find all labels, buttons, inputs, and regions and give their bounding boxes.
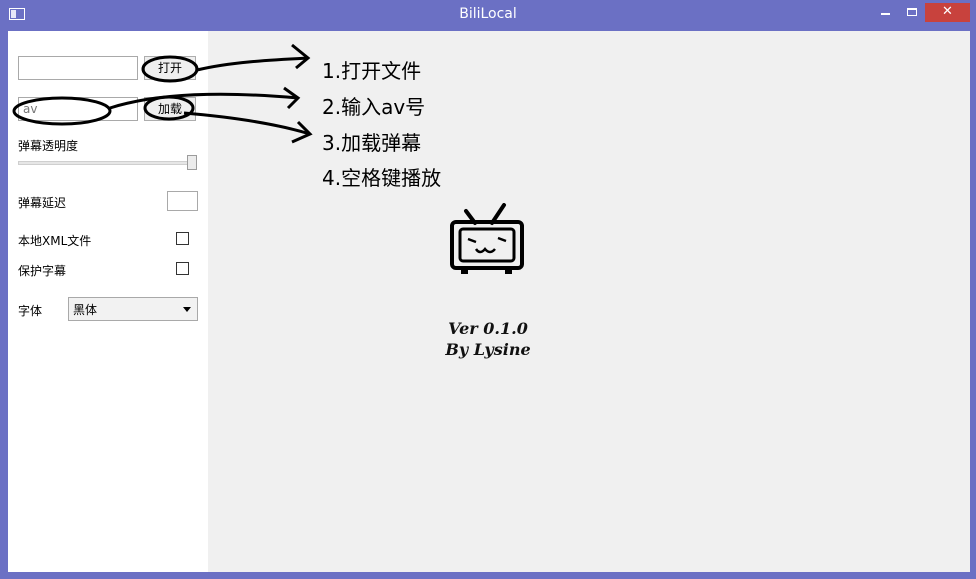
- player-area[interactable]: 1.打开文件 2.输入av号 3.加载弹幕 4.空格键播放 Ver 0.1.0 …: [208, 31, 970, 572]
- minimize-button[interactable]: [872, 3, 898, 22]
- step-enter-av: 2.输入av号: [322, 95, 426, 119]
- font-select[interactable]: 黑体: [68, 297, 198, 321]
- settings-sidebar: 打开 加载 弹幕透明度 弹幕延迟 本地XML文件 保护字幕 字体 黑体: [8, 31, 208, 572]
- load-button[interactable]: 加载: [144, 97, 196, 121]
- local-xml-checkbox[interactable]: [176, 232, 189, 245]
- step-open-file: 1.打开文件: [322, 59, 422, 83]
- opacity-slider-track[interactable]: [18, 161, 197, 165]
- close-button[interactable]: ✕: [925, 3, 970, 22]
- dropdown-arrow-icon: [183, 307, 191, 312]
- step-space-play: 4.空格键播放: [322, 166, 442, 190]
- version-text: Ver 0.1.0: [448, 319, 528, 338]
- danmaku-delay-label: 弹幕延迟: [18, 196, 67, 210]
- protect-subtitle-label: 保护字幕: [18, 264, 67, 278]
- minimize-icon: [880, 13, 890, 15]
- close-icon: ✕: [942, 4, 953, 19]
- title-bar[interactable]: BiliLocal ✕: [0, 0, 976, 31]
- main-window: BiliLocal ✕ 打开 加载 弹幕透明度 弹幕延迟 本地XML文件 保护字…: [0, 0, 976, 579]
- font-label: 字体: [18, 304, 43, 318]
- maximize-icon: [907, 8, 917, 16]
- tv-logo-icon: [450, 203, 524, 274]
- danmaku-opacity-label: 弹幕透明度: [18, 139, 79, 153]
- author-text: By Lysine: [445, 340, 531, 359]
- maximize-button[interactable]: [899, 3, 925, 22]
- protect-subtitle-checkbox[interactable]: [176, 262, 189, 275]
- window-title: BiliLocal: [459, 6, 517, 22]
- av-number-input[interactable]: [18, 97, 138, 121]
- danmaku-delay-input[interactable]: [167, 191, 198, 211]
- font-select-value: 黑体: [73, 303, 98, 317]
- open-button[interactable]: 打开: [144, 56, 196, 80]
- step-load-danmaku: 3.加载弹幕: [322, 131, 422, 155]
- local-xml-label: 本地XML文件: [18, 234, 92, 248]
- opacity-slider-thumb[interactable]: [187, 155, 197, 170]
- file-path-input[interactable]: [18, 56, 138, 80]
- client-area: 打开 加载 弹幕透明度 弹幕延迟 本地XML文件 保护字幕 字体 黑体 1.打开…: [8, 31, 970, 572]
